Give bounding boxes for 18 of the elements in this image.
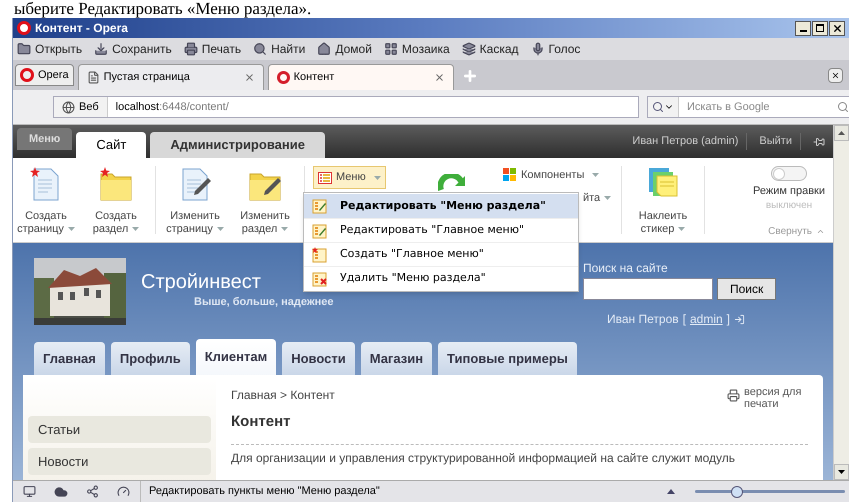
breadcrumb: Главная > Контент [231,387,335,404]
status-text: Редактировать пункты меню "Меню раздела" [148,484,381,500]
site-name: Стройинвест [141,270,261,294]
edit-mode-status: выключен [766,200,812,210]
edit-mode-label: Режим правки [753,184,825,199]
page-heading: Контент [231,412,292,432]
user-name: Иван Петров (admin) [624,133,748,150]
document-caption: ыберите Редактировать «Меню раздела». [14,0,312,18]
tab-title: Контент [294,70,336,86]
login-link-bracket: ] [726,311,730,328]
intro-paragraph: Для организации и управления структурированной информацией на сайте служит модуль [231,450,736,464]
user-name: Иван Петров [607,311,679,328]
url-text: localhost:6448/content/ [114,100,230,115]
search-label: Поиск на сайте [583,260,669,277]
site-tagline: Выше, больше, надежнее [193,295,334,310]
tab-title: Пустая страница [104,70,191,86]
login-link-bracket: [ [682,311,686,328]
window-title: Контент - Opera [35,20,129,37]
